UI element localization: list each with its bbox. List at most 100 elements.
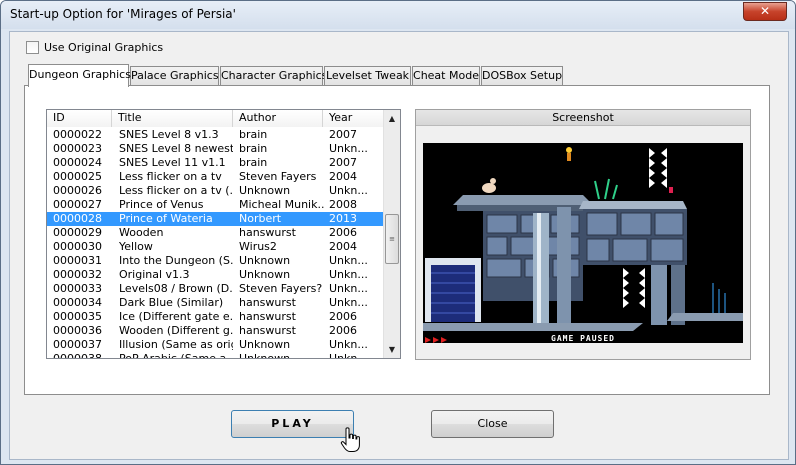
list-item[interactable]: 0000030 Yellow Wirus2 2004 xyxy=(47,240,384,254)
graphics-list[interactable]: ID Title Author Year 0000022 SNES Level 8… xyxy=(46,109,401,359)
row-year: Unkn... xyxy=(329,254,368,267)
column-header-year[interactable]: Year xyxy=(323,110,384,127)
tab-levelset-tweak[interactable]: Levelset Tweak xyxy=(324,66,411,85)
list-item[interactable]: 0000037 Illusion (Same as orig... Unknown U… xyxy=(47,338,384,352)
use-original-graphics-label: Use Original Graphics xyxy=(44,41,164,54)
row-id: 0000022 xyxy=(53,128,102,141)
screenshot-preview: Screenshot GAME PAUSED xyxy=(415,109,751,360)
row-year: Unkn... xyxy=(329,142,368,155)
row-author: Micheal Munik... xyxy=(239,198,325,211)
tab-dosbox-setup[interactable]: DOSBox Setup xyxy=(481,66,563,85)
list-item[interactable]: 0000033 Levels08 / Brown (D... Steven Faye… xyxy=(47,282,384,296)
row-author: hanswurst xyxy=(239,296,296,309)
row-title: Dark Blue (Similar) xyxy=(119,296,224,309)
row-year: 2006 xyxy=(329,226,357,239)
row-id: 0000023 xyxy=(53,142,102,155)
row-title: PoP Arabic (Same a... xyxy=(119,352,233,359)
list-rows: 0000022 SNES Level 8 v1.3 brain 2007 0000023… xyxy=(47,128,384,359)
tab-character-graphics[interactable]: Character Graphics xyxy=(220,66,327,85)
row-id: 0000030 xyxy=(53,240,102,253)
row-title: Prince of Venus xyxy=(119,198,204,211)
row-title: Levels08 / Brown (D... xyxy=(119,282,233,295)
row-author: Wirus2 xyxy=(239,240,277,253)
row-author: Norbert xyxy=(239,212,282,225)
row-year: Unkn... xyxy=(329,184,368,197)
row-id: 0000038 xyxy=(53,352,102,359)
row-title: Ice (Different gate e... xyxy=(119,310,233,323)
row-year: Unkn... xyxy=(329,338,368,351)
column-header-id[interactable]: ID xyxy=(47,110,112,127)
row-id: 0000036 xyxy=(53,324,102,337)
row-id: 0000033 xyxy=(53,282,102,295)
row-title: Original v1.3 xyxy=(119,268,190,281)
app-window: Start-up Option for 'Mirages of Persia' … xyxy=(0,0,796,465)
list-item[interactable]: 0000038 PoP Arabic (Same a... Unknown Unkn.… xyxy=(47,352,384,359)
row-year: Unkn... xyxy=(329,352,368,359)
close-icon: ✕ xyxy=(759,4,771,18)
row-author: Unknown xyxy=(239,184,291,197)
list-item[interactable]: 0000025 Less flicker on a tv Steven Fayers… xyxy=(47,170,384,184)
screenshot-title: Screenshot xyxy=(416,110,750,126)
column-header-title[interactable]: Title xyxy=(112,110,233,127)
row-id: 0000024 xyxy=(53,156,102,169)
list-item[interactable]: 0000036 Wooden (Different g... hanswurst 20… xyxy=(47,324,384,338)
row-year: 2008 xyxy=(329,198,357,211)
row-id: 0000037 xyxy=(53,338,102,351)
row-title: Wooden (Different g... xyxy=(119,324,233,337)
row-author: Steven Fayers xyxy=(239,170,317,183)
list-item[interactable]: 0000024 SNES Level 11 v1.1 brain 2007 xyxy=(47,156,384,170)
hand-pointer-icon xyxy=(340,427,360,452)
row-id: 0000027 xyxy=(53,198,102,211)
row-year: 2006 xyxy=(329,310,357,323)
row-year: Unkn... xyxy=(329,282,368,295)
row-author: brain xyxy=(239,128,268,141)
list-item[interactable]: 0000035 Ice (Different gate e... hanswurst… xyxy=(47,310,384,324)
use-original-graphics-checkbox[interactable] xyxy=(26,41,39,54)
row-title: Yellow xyxy=(119,240,153,253)
row-id: 0000028 xyxy=(53,212,102,225)
close-button[interactable]: Close xyxy=(431,410,554,438)
game-status-text: GAME PAUSED xyxy=(551,334,615,343)
list-item[interactable]: 0000026 Less flicker on a tv (... Unknown U… xyxy=(47,184,384,198)
row-author: hanswurst xyxy=(239,310,296,323)
row-id: 0000034 xyxy=(53,296,102,309)
chevron-down-icon[interactable]: ▼ xyxy=(384,341,400,358)
chevron-up-icon[interactable]: ▲ xyxy=(384,110,400,127)
list-item[interactable]: 0000022 SNES Level 8 v1.3 brain 2007 xyxy=(47,128,384,142)
tab-palace-graphics[interactable]: Palace Graphics xyxy=(130,66,219,85)
row-title: SNES Level 8 v1.3 xyxy=(119,128,219,141)
tab-cheat-mode[interactable]: Cheat Mode xyxy=(412,66,480,85)
game-preview-image: GAME PAUSED xyxy=(423,143,743,343)
list-item[interactable]: 0000032 Original v1.3 Unknown Unkn... xyxy=(47,268,384,282)
row-year: Unkn... xyxy=(329,296,368,309)
row-year: 2004 xyxy=(329,170,357,183)
row-id: 0000035 xyxy=(53,310,102,323)
row-author: Unknown xyxy=(239,268,291,281)
window-title: Start-up Option for 'Mirages of Persia' xyxy=(10,7,236,21)
list-item[interactable]: 0000029 Wooden hanswurst 2006 xyxy=(47,226,384,240)
row-id: 0000029 xyxy=(53,226,102,239)
tab-dungeon-graphics[interactable]: Dungeon Graphics xyxy=(28,64,131,87)
column-header-author[interactable]: Author xyxy=(233,110,323,127)
row-id: 0000026 xyxy=(53,184,102,197)
row-title: Less flicker on a tv xyxy=(119,170,222,183)
list-item[interactable]: 0000028 Prince of Wateria Norbert 2013 xyxy=(47,212,384,226)
row-year: Unkn... xyxy=(329,268,368,281)
scrollbar-thumb[interactable]: ≡ xyxy=(385,214,399,264)
list-item[interactable]: 0000031 Into the Dungeon (S... Unknown Unkn… xyxy=(47,254,384,268)
close-window-button[interactable]: ✕ xyxy=(743,2,787,21)
list-item[interactable]: 0000023 SNES Level 8 newest brain Unkn... xyxy=(47,142,384,156)
row-title: SNES Level 11 v1.1 xyxy=(119,156,226,169)
row-author: hanswurst xyxy=(239,324,296,337)
title-bar: Start-up Option for 'Mirages of Persia' … xyxy=(1,1,795,29)
list-scrollbar[interactable]: ▲ ≡ ▼ xyxy=(383,110,400,358)
row-id: 0000032 xyxy=(53,268,102,281)
list-item[interactable]: 0000034 Dark Blue (Similar) hanswurst Unkn.… xyxy=(47,296,384,310)
row-id: 0000031 xyxy=(53,254,102,267)
list-item[interactable]: 0000027 Prince of Venus Micheal Munik... 20… xyxy=(47,198,384,212)
row-author: hanswurst xyxy=(239,226,296,239)
row-year: 2007 xyxy=(329,156,357,169)
play-button[interactable]: PLAY xyxy=(231,410,354,438)
row-year: 2013 xyxy=(329,212,357,225)
row-author: Unknown xyxy=(239,352,291,359)
